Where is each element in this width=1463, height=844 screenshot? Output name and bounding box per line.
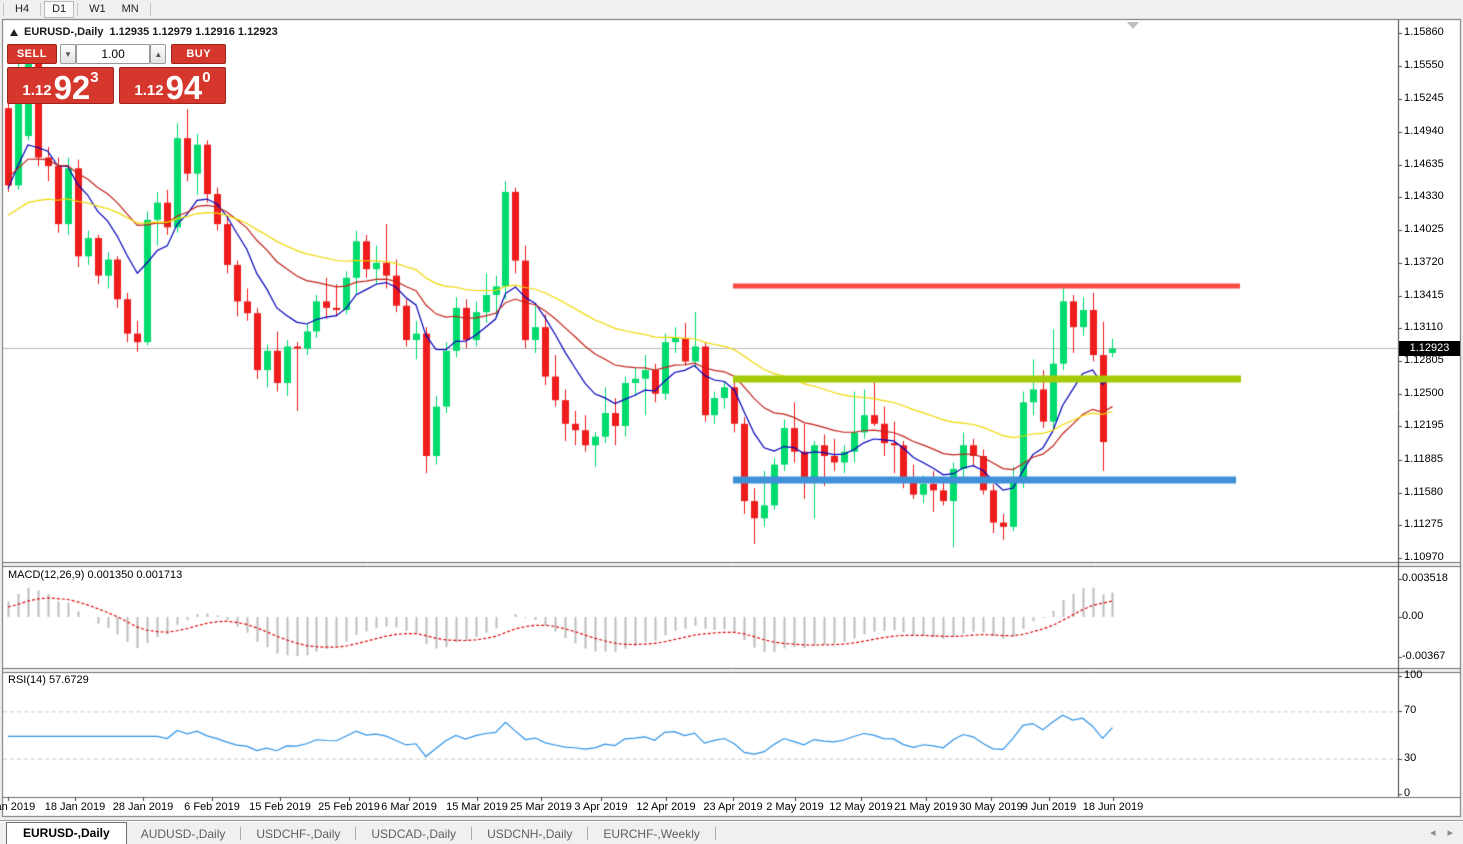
price-axis-label: 1.13415: [1404, 289, 1444, 301]
price-axis-label: 1.13110: [1404, 321, 1443, 333]
date-axis-label: 3 Apr 2019: [574, 801, 627, 813]
price-axis-label: 1.11885: [1404, 453, 1443, 465]
price-axis-label: 1.15245: [1404, 92, 1444, 104]
buy-button[interactable]: BUY: [171, 44, 226, 64]
sell-price-main: 1.12: [22, 82, 51, 99]
date-axis-label: 15 Mar 2019: [446, 801, 508, 813]
ohlc-values: 1.12935 1.12979 1.12916 1.12923: [109, 26, 277, 38]
price-axis-label: 1.12805: [1404, 354, 1444, 366]
rsi-axis-label: 30: [1404, 752, 1416, 764]
chart-shift-marker-icon[interactable]: [1127, 22, 1139, 29]
tab-audusd-daily[interactable]: AUDUSD-,Daily: [127, 824, 240, 844]
sell-price-big: 92: [54, 74, 91, 101]
date-axis-label: 30 May 2019: [959, 801, 1023, 813]
chevron-down-icon: ▼: [64, 50, 72, 59]
price-axis-label: 1.14635: [1404, 158, 1444, 170]
macd-axis-label: -0.00367: [1402, 650, 1445, 662]
sell-price-button[interactable]: 1.12 92 3: [7, 67, 114, 104]
date-axis-label: 25 Feb 2019: [318, 801, 380, 813]
chevron-up-icon: ▲: [154, 50, 162, 59]
price-axis-label: 1.14330: [1404, 190, 1444, 202]
price-axis-label: 1.12195: [1404, 419, 1444, 431]
tab-scroll-left-icon[interactable]: ◂: [1430, 826, 1436, 839]
symbol-marker-icon: [10, 29, 18, 36]
buy-price-main: 1.12: [134, 82, 163, 99]
buy-price-big: 94: [166, 74, 203, 101]
macd-indicator-label: MACD(12,26,9) 0.001350 0.001713: [8, 569, 182, 581]
symbol-period-label: EURUSD-,Daily: [24, 26, 103, 38]
tab-usdchf-daily[interactable]: USDCHF-,Daily: [242, 824, 354, 844]
date-axis-label: 2 May 2019: [766, 801, 823, 813]
date-axis-label: 9 Jun 2019: [1022, 801, 1076, 813]
date-axis-label: 6 Mar 2019: [381, 801, 437, 813]
tab-separator: [587, 827, 588, 840]
buy-price-pip: 0: [202, 69, 210, 86]
tab-separator: [240, 827, 241, 840]
macd-axis-label: 0.00: [1402, 610, 1423, 622]
tab-eurchf-weekly[interactable]: EURCHF-,Weekly: [589, 824, 713, 844]
tab-scroll-right-icon[interactable]: ▸: [1447, 826, 1453, 839]
date-axis-label: 9 Jan 2019: [0, 801, 35, 813]
price-axis-label: 1.15860: [1404, 26, 1444, 38]
price-axis-label: 1.14940: [1404, 125, 1444, 137]
volume-increase-button[interactable]: ▲: [150, 44, 166, 64]
volume-decrease-button[interactable]: ▼: [60, 44, 76, 64]
date-axis-label: 18 Jun 2019: [1083, 801, 1144, 813]
rsi-axis-label: 70: [1404, 704, 1416, 716]
price-axis-label: 1.12500: [1404, 387, 1444, 399]
chart-canvas[interactable]: [0, 0, 1463, 844]
one-click-trading-panel: SELL ▼ ▲ BUY 1.12 92 3 1.12 94 0: [7, 44, 226, 104]
date-axis-label: 23 Apr 2019: [703, 801, 762, 813]
date-axis-label: 28 Jan 2019: [113, 801, 174, 813]
tab-usdcad-daily[interactable]: USDCAD-,Daily: [357, 824, 470, 844]
price-axis-label: 1.11275: [1404, 518, 1443, 530]
rsi-indicator-label: RSI(14) 57.6729: [8, 674, 89, 686]
sell-price-pip: 3: [90, 69, 98, 86]
price-axis-label: 1.11580: [1404, 486, 1443, 498]
price-axis-label: 1.14025: [1404, 223, 1444, 235]
symbol-tab-bar: EURUSD-,DailyAUDUSD-,DailyUSDCHF-,DailyU…: [0, 820, 1463, 844]
date-axis-label: 12 May 2019: [829, 801, 893, 813]
date-axis-label: 25 Mar 2019: [510, 801, 572, 813]
rsi-axis-label: 0: [1404, 787, 1410, 799]
rsi-axis-label: 100: [1404, 669, 1422, 681]
date-axis-label: 6 Feb 2019: [184, 801, 240, 813]
tab-separator: [355, 827, 356, 840]
date-axis-label: 12 Apr 2019: [636, 801, 695, 813]
tab-scroll-arrows: ◂ ▸: [1430, 826, 1453, 839]
price-axis-label: 1.10970: [1404, 551, 1444, 563]
tab-separator: [715, 827, 716, 840]
macd-axis-label: 0.003518: [1402, 572, 1448, 584]
tab-usdcnh-daily[interactable]: USDCNH-,Daily: [473, 824, 586, 844]
volume-input[interactable]: [76, 44, 150, 64]
terminal-window: H4D1W1MN EURUSD-,Daily 1.12935 1.12979 1…: [0, 0, 1463, 844]
price-axis-label: 1.15550: [1404, 59, 1444, 71]
tab-separator: [471, 827, 472, 840]
date-axis-label: 15 Feb 2019: [249, 801, 311, 813]
date-axis-label: 18 Jan 2019: [45, 801, 106, 813]
buy-price-button[interactable]: 1.12 94 0: [119, 67, 226, 104]
price-axis-label: 1.13720: [1404, 256, 1444, 268]
tab-eurusd-daily[interactable]: EURUSD-,Daily: [6, 822, 127, 844]
date-axis-label: 21 May 2019: [894, 801, 958, 813]
sell-button[interactable]: SELL: [7, 44, 57, 64]
chart-title: EURUSD-,Daily 1.12935 1.12979 1.12916 1.…: [10, 26, 278, 38]
